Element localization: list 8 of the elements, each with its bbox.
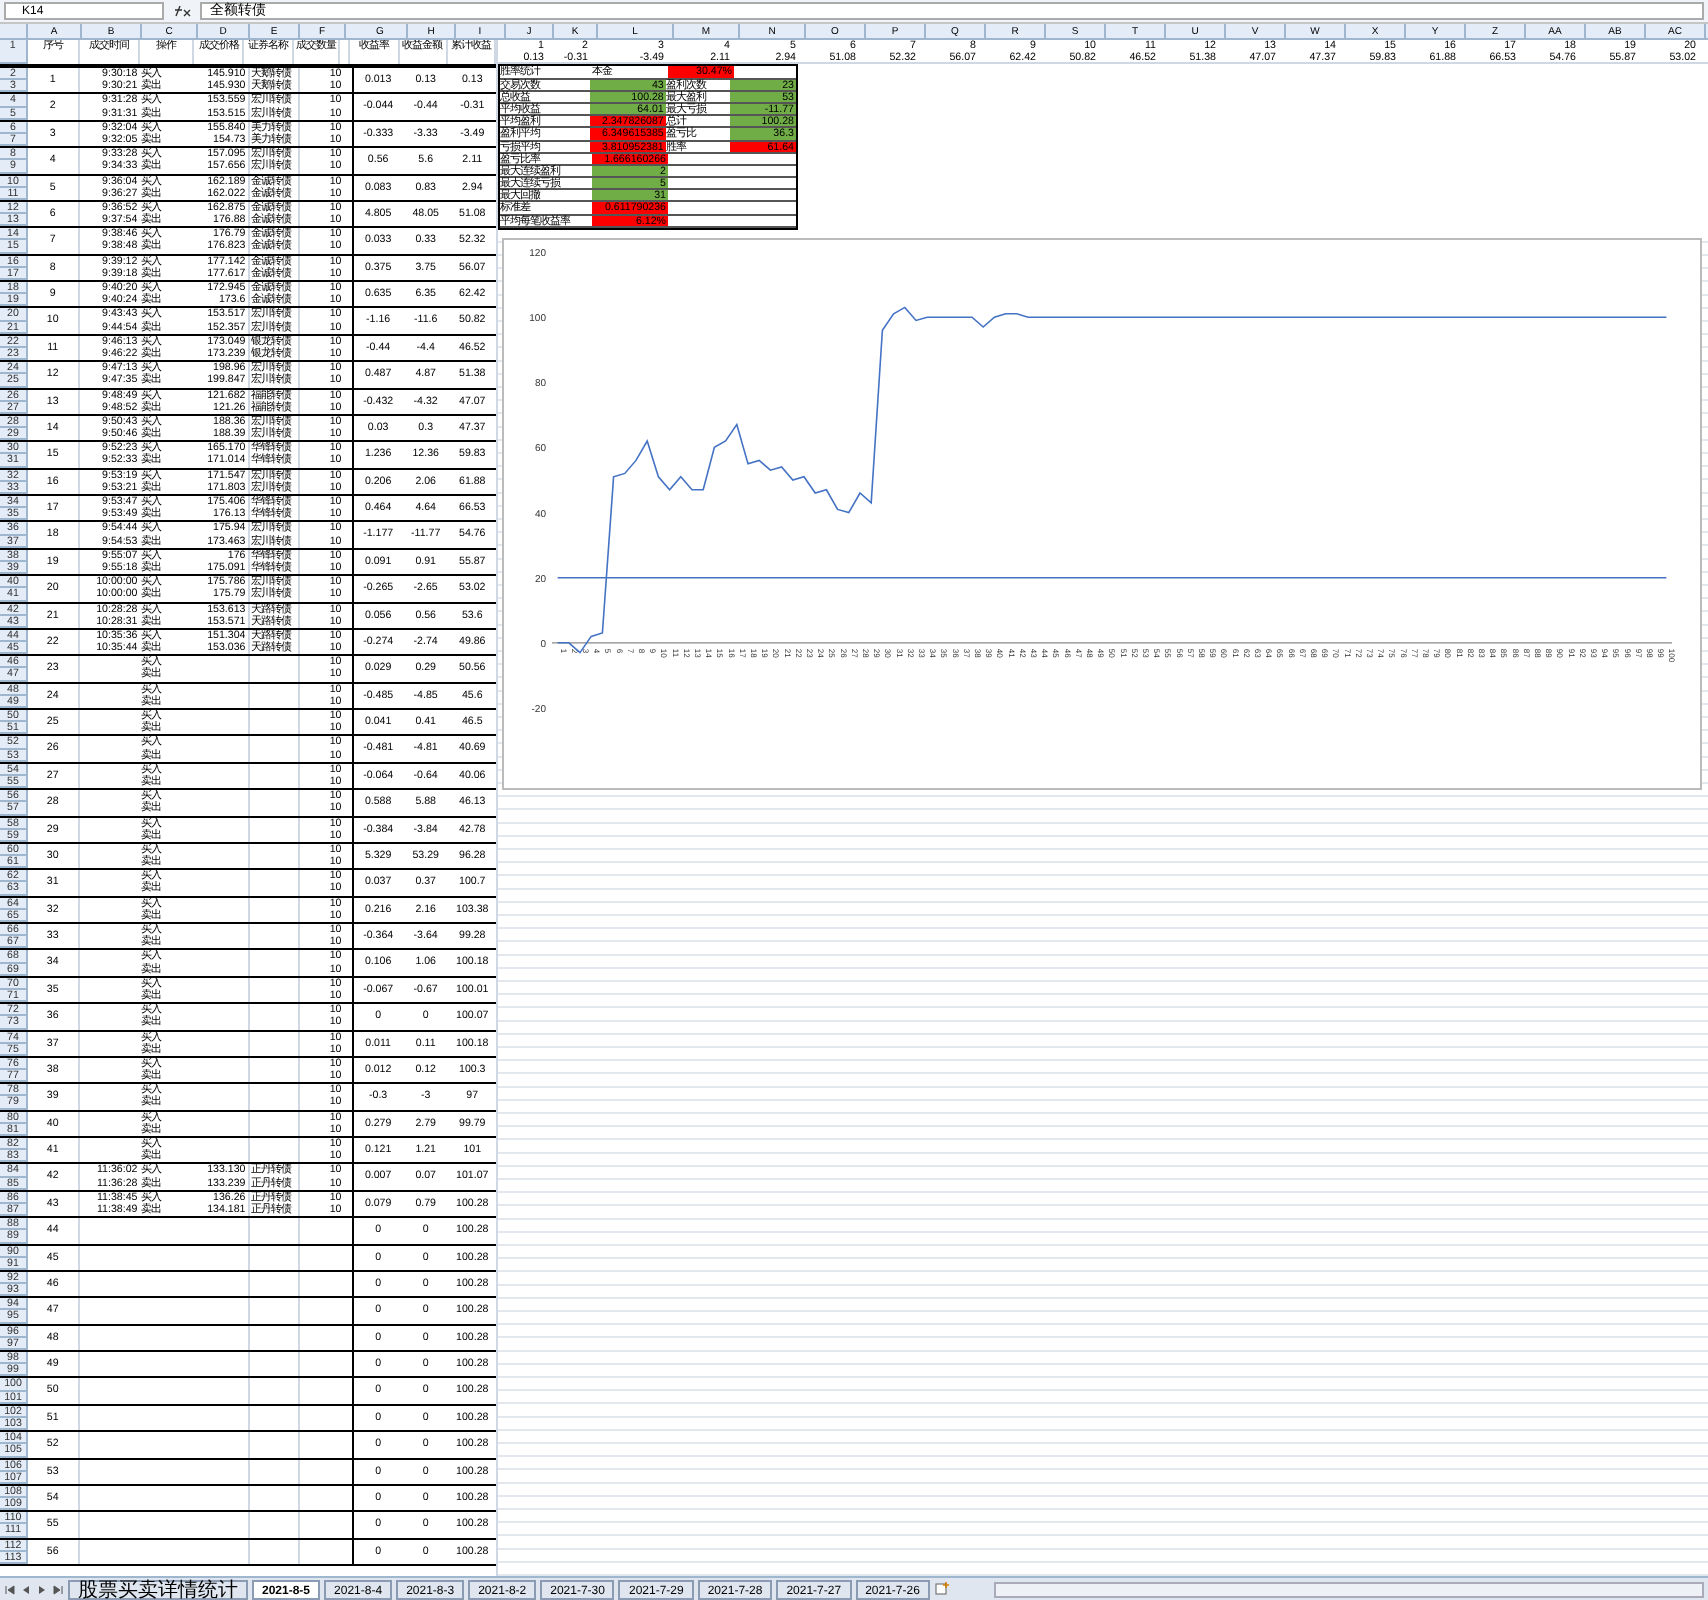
first-sheet-icon[interactable] (4, 1583, 16, 1595)
add-sheet-icon[interactable] (933, 1582, 950, 1596)
sheet-tab[interactable]: 股票买卖详情统计 (68, 1579, 248, 1599)
fx-icon[interactable] (172, 4, 192, 18)
last-sheet-icon[interactable] (52, 1583, 64, 1595)
previous-sheet-icon[interactable] (20, 1583, 32, 1595)
horizontal-scrollbar[interactable] (993, 1581, 1704, 1597)
next-sheet-icon[interactable] (36, 1583, 48, 1595)
